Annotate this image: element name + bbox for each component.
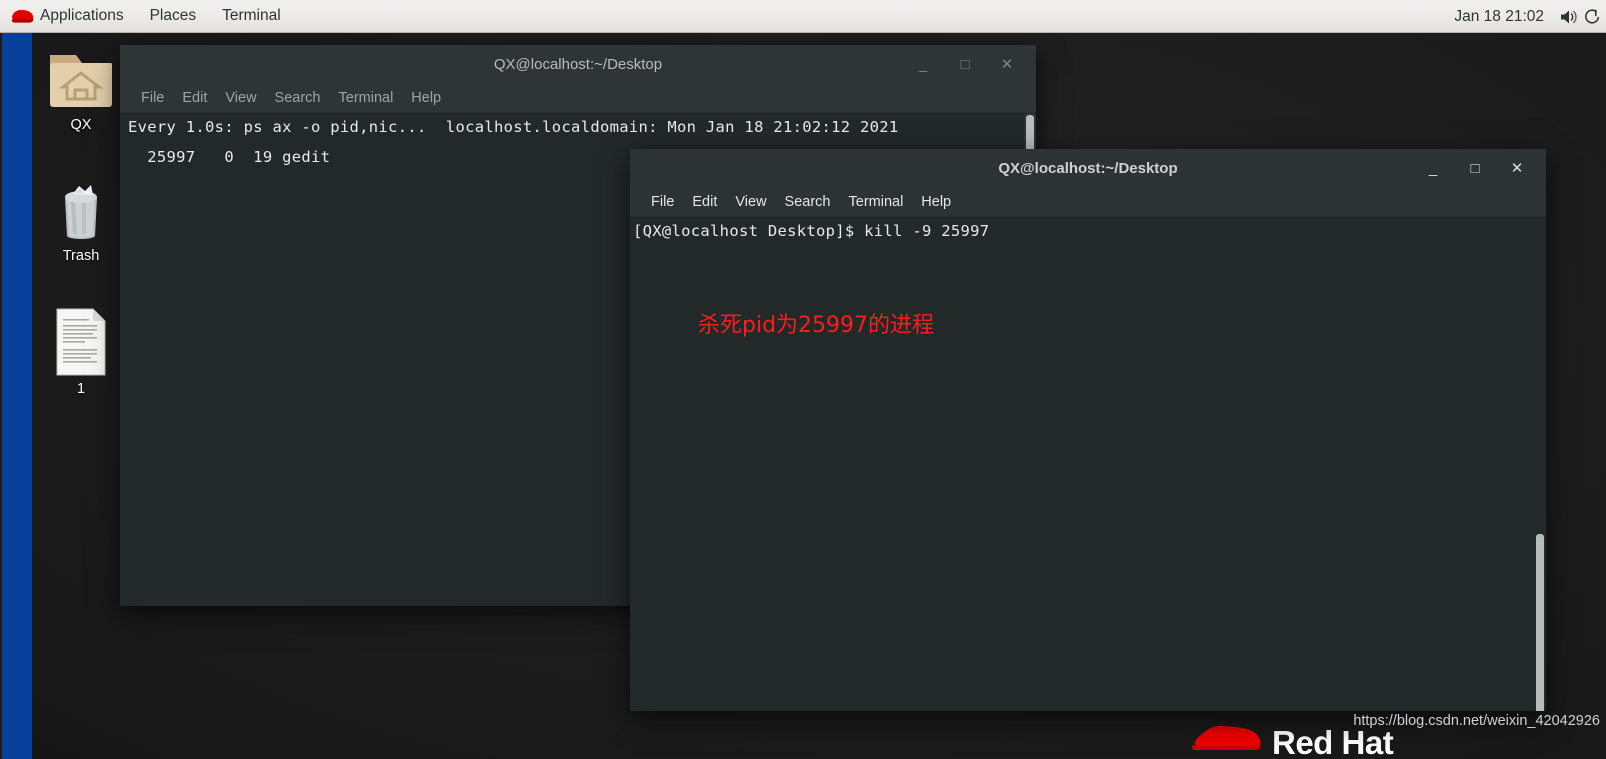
menu-help[interactable]: Help <box>402 90 450 106</box>
terminal-line: 25997 0 19 gedit <box>128 148 331 166</box>
panel-menu-applications[interactable]: Applications <box>36 0 137 33</box>
desktop-icon-label: 1 <box>76 381 86 397</box>
speaker-glyph <box>1561 10 1577 23</box>
speaker-volume-icon[interactable] <box>1554 0 1584 33</box>
maximize-button[interactable]: □ <box>1464 157 1486 179</box>
annotation-text: 杀死pid为25997的进程 <box>698 313 935 338</box>
minimize-button[interactable]: _ <box>1422 157 1444 179</box>
menu-search[interactable]: Search <box>266 90 330 106</box>
terminal-output[interactable]: [QX@localhost Desktop]$ kill -9 25997 杀死… <box>630 217 1546 711</box>
home-folder-icon <box>50 55 112 107</box>
maximize-button[interactable]: □ <box>954 53 976 75</box>
desktop-icon-trash[interactable]: Trash <box>33 180 129 264</box>
desktop-icon-label: Trash <box>62 248 100 264</box>
panel-left-group: Applications Places Terminal <box>0 0 294 32</box>
panel-clock[interactable]: Jan 18 21:02 <box>1444 8 1554 26</box>
scrollbar-thumb[interactable] <box>1536 534 1544 711</box>
panel-menu-terminal[interactable]: Terminal <box>209 0 294 33</box>
redhat-hat-glyph <box>11 9 34 23</box>
panel-right-group: Jan 18 21:02 <box>1444 0 1606 33</box>
screen: Red Hat QX Trash 1 QX@localhost:~/Deskto… <box>0 0 1606 759</box>
top-panel: Applications Places Terminal Jan 18 21:0… <box>0 0 1606 33</box>
power-icon[interactable] <box>1584 0 1602 33</box>
watermark-text: https://blog.csdn.net/weixin_42042926 <box>1353 713 1600 729</box>
minimize-button[interactable]: _ <box>912 53 934 75</box>
menu-terminal[interactable]: Terminal <box>330 90 403 106</box>
menu-view[interactable]: View <box>216 90 265 106</box>
text-document-icon <box>56 308 106 376</box>
power-glyph <box>1585 8 1600 24</box>
terminal-line: Every 1.0s: ps ax -o pid,nic... localhos… <box>128 118 899 136</box>
menu-view[interactable]: View <box>726 194 775 210</box>
redhat-wordmark: Red Hat <box>1272 724 1394 759</box>
desktop-icon-document-1[interactable]: 1 <box>33 307 129 397</box>
menubar: File Edit View Search Terminal Help <box>120 83 1036 113</box>
redhat-logo-icon[interactable] <box>0 0 36 33</box>
scrollbar[interactable] <box>1534 217 1546 711</box>
window-title: QX@localhost:~/Desktop <box>493 55 663 73</box>
terminal-window-foreground[interactable]: QX@localhost:~/Desktop _ □ ✕ File Edit V… <box>630 149 1546 711</box>
window-title: QX@localhost:~/Desktop <box>998 159 1178 177</box>
terminal-command-line: [QX@localhost Desktop]$ kill -9 25997 <box>633 222 990 240</box>
menubar: File Edit View Search Terminal Help <box>630 187 1546 217</box>
menu-file[interactable]: File <box>132 90 173 106</box>
desktop-icon-label: QX <box>70 117 92 133</box>
menu-edit[interactable]: Edit <box>173 90 216 106</box>
menu-help[interactable]: Help <box>912 194 960 210</box>
panel-menu-places[interactable]: Places <box>137 0 210 33</box>
titlebar[interactable]: QX@localhost:~/Desktop _ □ ✕ <box>120 45 1036 83</box>
window-controls: _ □ ✕ <box>1422 149 1538 187</box>
menu-search[interactable]: Search <box>776 194 840 210</box>
menu-file[interactable]: File <box>642 194 683 210</box>
menu-terminal[interactable]: Terminal <box>840 194 913 210</box>
redhat-hat-icon <box>1191 725 1261 750</box>
desktop-icon-home-folder[interactable]: QX <box>33 47 129 133</box>
window-controls: _ □ ✕ <box>912 45 1028 83</box>
menu-edit[interactable]: Edit <box>683 194 726 210</box>
trash-icon <box>65 185 97 239</box>
titlebar[interactable]: QX@localhost:~/Desktop _ □ ✕ <box>630 149 1546 187</box>
close-button[interactable]: ✕ <box>996 53 1018 75</box>
desktop-blue-stripe <box>2 33 32 759</box>
close-button[interactable]: ✕ <box>1506 157 1528 179</box>
